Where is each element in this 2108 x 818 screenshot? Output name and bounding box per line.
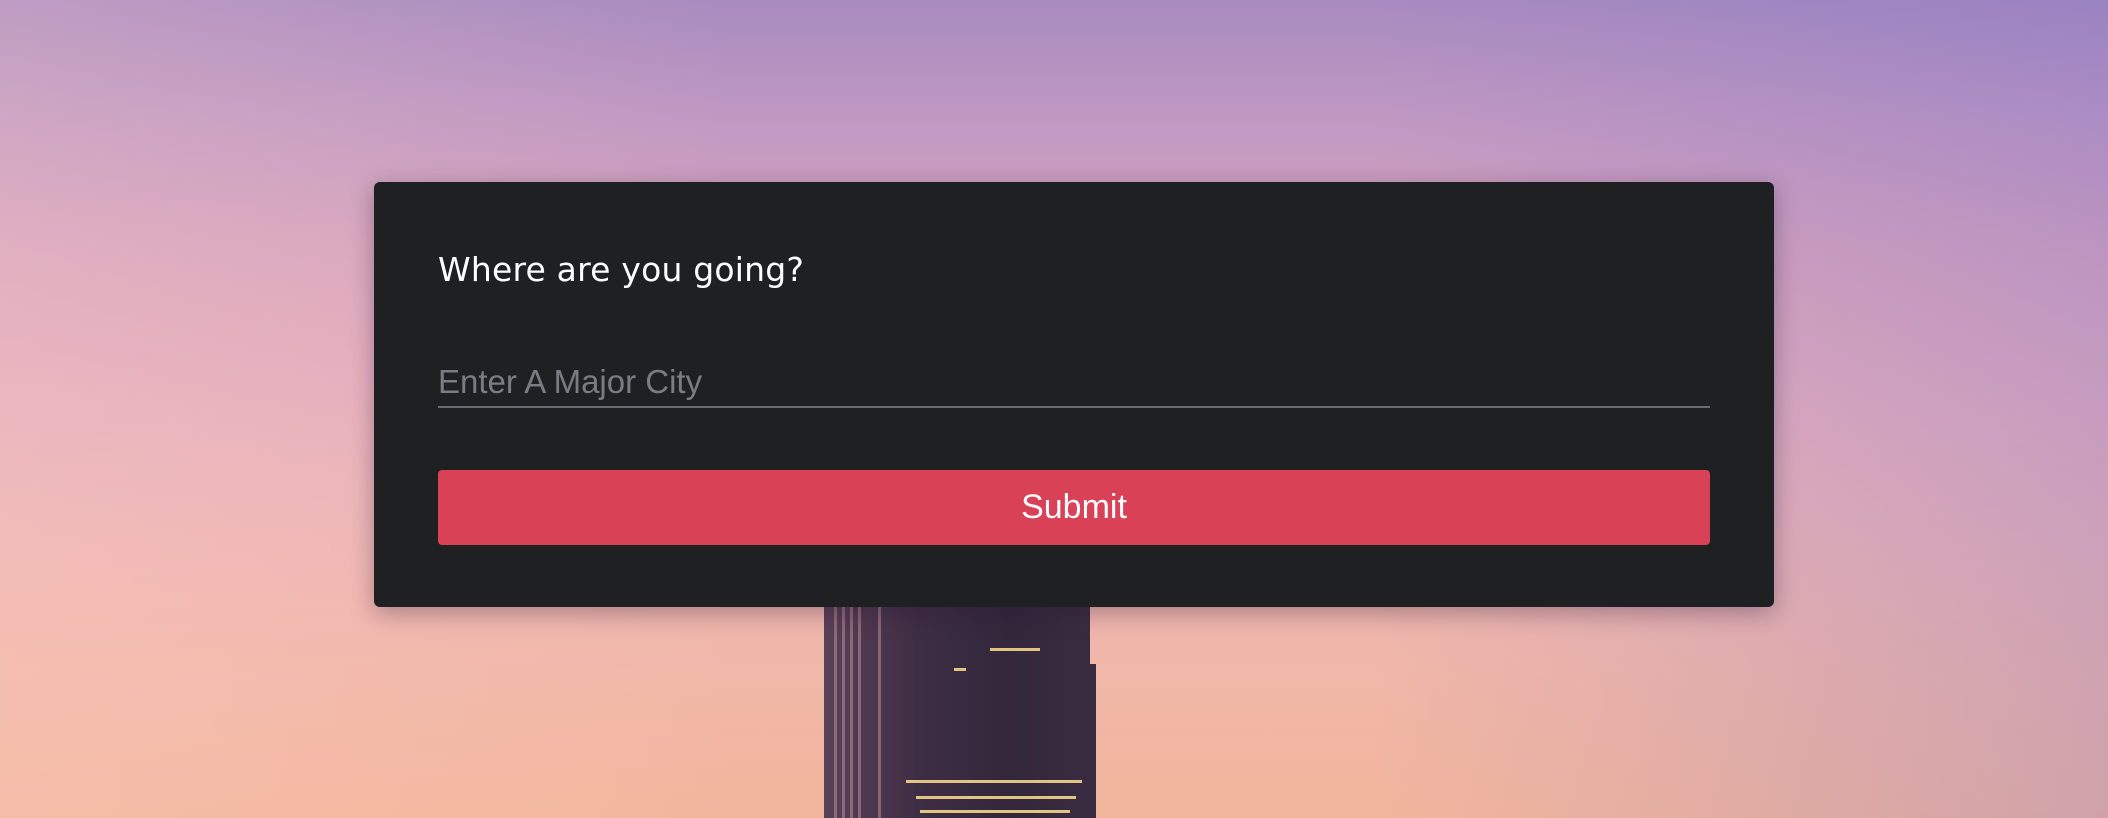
building-window-lights — [990, 648, 1040, 651]
destination-form-card: Where are you going? Submit — [374, 182, 1774, 607]
background-building-image — [824, 600, 1096, 818]
submit-button[interactable]: Submit — [438, 470, 1710, 545]
building-facade-line — [858, 600, 861, 818]
form-title: Where are you going? — [438, 250, 805, 289]
building-facade-line — [842, 600, 845, 818]
building-window-lights — [954, 668, 966, 671]
building-facade-line — [834, 600, 837, 818]
building-window-lights — [920, 810, 1070, 813]
building-window-lights — [906, 780, 1082, 783]
city-input[interactable] — [438, 358, 1710, 408]
building-silhouette — [824, 600, 1090, 818]
building-facade-line — [878, 600, 881, 818]
building-facade-line — [850, 600, 853, 818]
building-setback — [1086, 664, 1096, 818]
building-window-lights — [916, 796, 1076, 799]
